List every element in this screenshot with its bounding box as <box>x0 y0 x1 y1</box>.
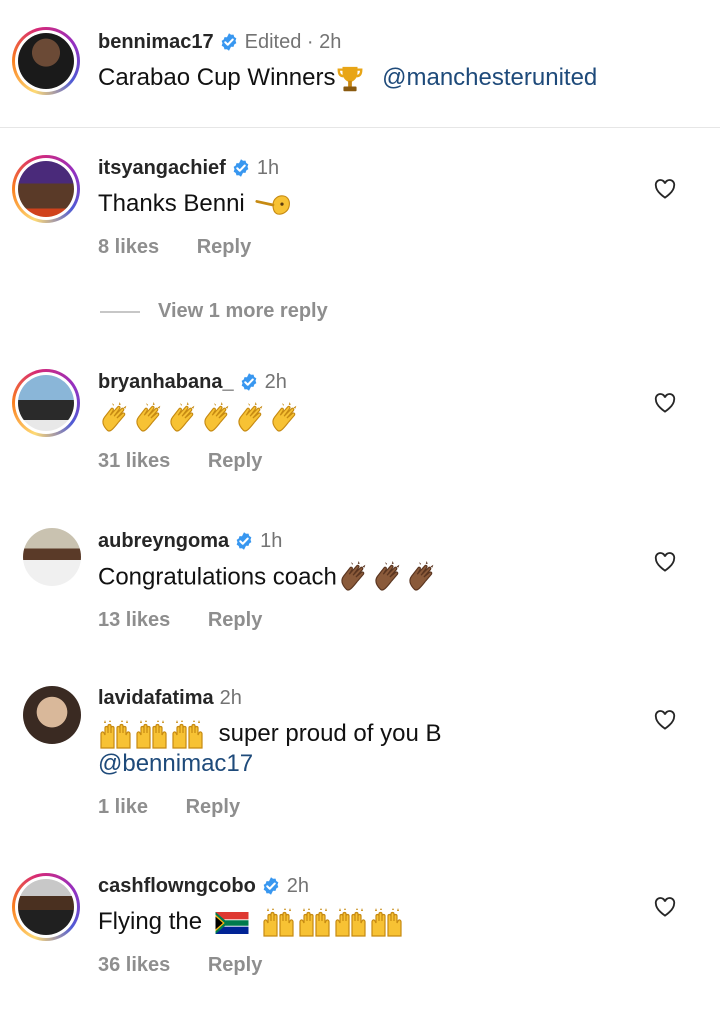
avatar[interactable] <box>12 873 80 941</box>
heart-icon[interactable] <box>654 393 676 413</box>
clapping-hands-icon <box>98 402 132 436</box>
username[interactable]: bryanhabana_ <box>98 369 234 395</box>
likes-count[interactable]: 31 likes <box>98 450 170 472</box>
likes-count[interactable]: 8 likes <box>98 236 159 258</box>
reply-button[interactable]: Reply <box>208 609 262 631</box>
mention-link[interactable]: @manchesterunited <box>382 64 597 91</box>
divider <box>0 127 720 128</box>
comment: bryanhabana_ 2h 31 likes Reply <box>0 344 720 494</box>
timestamp: 2h <box>264 371 287 393</box>
comment: aubreyngoma 1h Congratulations coach 13 … <box>0 503 720 653</box>
clapping-hands-icon <box>234 402 268 436</box>
south-africa-flag-icon <box>215 912 249 934</box>
comment-text: Congratulations coach <box>98 563 337 591</box>
username[interactable]: aubreyngoma <box>98 528 229 554</box>
avatar[interactable] <box>12 155 80 223</box>
username[interactable]: bennimac17 <box>98 29 214 55</box>
reply-button[interactable]: Reply <box>208 954 262 976</box>
timestamp: 1h <box>260 530 283 552</box>
heart-icon[interactable] <box>654 552 676 572</box>
verified-badge-icon <box>239 372 259 392</box>
trophy-icon <box>335 64 365 94</box>
heart-icon[interactable] <box>654 710 676 730</box>
verified-badge-icon <box>261 876 281 896</box>
clapping-hands-icon <box>200 402 234 436</box>
comment-text: Flying the <box>98 908 203 935</box>
caption-text: Carabao Cup Winners <box>98 64 336 91</box>
post-meta: Edited · 2h <box>244 31 342 53</box>
username[interactable]: itsyangachief <box>98 155 226 181</box>
reply-button[interactable]: Reply <box>186 796 240 818</box>
clapping-hands-icon <box>371 561 405 595</box>
comment: cashflowngcobo 2h Flying the 36 likes Re… <box>0 848 720 998</box>
username[interactable]: cashflowngcobo <box>98 873 256 899</box>
likes-count[interactable]: 36 likes <box>98 954 170 976</box>
clapping-hands-icon <box>405 561 439 595</box>
comment: lavidafatima 2h super proud of you B @be… <box>0 660 720 840</box>
raising-hands-icon <box>134 720 170 750</box>
clapping-hands-icon <box>132 402 166 436</box>
post-caption: bennimac17 Edited · 2h Carabao Cup Winne… <box>0 0 720 127</box>
reply-button[interactable]: Reply <box>197 236 251 258</box>
mention-link[interactable]: @bennimac17 <box>98 750 253 777</box>
raising-hands-icon <box>297 908 333 938</box>
comment-text <box>98 402 302 436</box>
clapping-hands-icon <box>268 402 302 436</box>
likes-count[interactable]: 1 like <box>98 796 148 818</box>
view-more-replies[interactable]: View 1 more reply <box>100 300 328 323</box>
thread-line <box>100 310 140 313</box>
raising-hands-icon <box>98 720 134 750</box>
timestamp: 2h <box>219 687 242 709</box>
saluting-hand-icon <box>255 192 291 218</box>
likes-count[interactable]: 13 likes <box>98 609 170 631</box>
raising-hands-icon <box>369 908 405 938</box>
post-text: Carabao Cup Winners @manchesterunited <box>98 63 597 94</box>
avatar[interactable] <box>12 369 80 437</box>
timestamp: 2h <box>286 875 310 897</box>
verified-badge-icon <box>234 531 254 551</box>
raising-hands-icon <box>333 908 369 938</box>
reply-button[interactable]: Reply <box>208 450 262 472</box>
avatar[interactable] <box>23 528 81 586</box>
verified-badge-icon <box>219 32 239 52</box>
comment-text: super proud of you B <box>218 720 442 747</box>
clapping-hands-icon <box>166 402 200 436</box>
clapping-hands-icon <box>337 561 371 595</box>
heart-icon[interactable] <box>654 897 676 917</box>
heart-icon[interactable] <box>654 179 676 199</box>
username[interactable]: lavidafatima <box>98 685 214 711</box>
comment-text: Thanks Benni <box>98 190 245 217</box>
raising-hands-icon <box>261 908 297 938</box>
verified-badge-icon <box>231 158 251 178</box>
avatar[interactable] <box>12 27 80 95</box>
raising-hands-icon <box>170 720 206 750</box>
comment: itsyangachief 1h Thanks Benni 8 likes Re… <box>0 130 720 300</box>
timestamp: 1h <box>256 157 280 179</box>
avatar[interactable] <box>23 686 81 744</box>
view-more-label[interactable]: View 1 more reply <box>158 300 328 323</box>
